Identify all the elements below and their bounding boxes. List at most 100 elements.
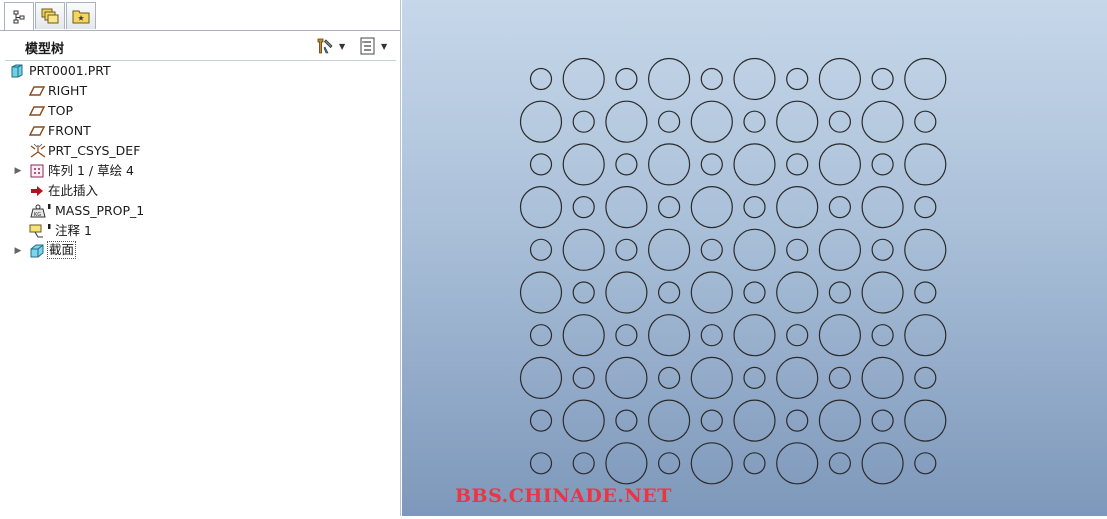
hole-circle[interactable] — [658, 452, 681, 475]
hole-circle[interactable] — [529, 238, 553, 261]
hole-circle[interactable] — [818, 314, 861, 357]
hole-circle[interactable] — [519, 271, 563, 314]
hole-circle[interactable] — [562, 314, 605, 357]
hole-circle[interactable] — [690, 100, 733, 143]
hole-circle[interactable] — [818, 228, 861, 271]
hole-circle[interactable] — [529, 452, 553, 475]
hole-circle[interactable] — [519, 186, 563, 229]
hole-circle[interactable] — [733, 57, 776, 101]
hole-circle[interactable] — [776, 100, 819, 143]
hole-circle[interactable] — [786, 238, 809, 261]
hole-circle[interactable] — [519, 100, 563, 143]
hole-circle[interactable] — [648, 314, 691, 357]
hole-circle[interactable] — [658, 110, 681, 133]
expand-arrow-icon[interactable]: ▶ — [13, 241, 23, 261]
hole-circle[interactable] — [743, 196, 766, 219]
hole-circle[interactable] — [914, 110, 937, 133]
tree-item-right[interactable]: RIGHT — [5, 81, 396, 101]
hole-circle[interactable] — [861, 186, 904, 229]
hole-circle[interactable] — [786, 153, 809, 176]
hole-circle[interactable] — [690, 442, 733, 485]
hole-circle[interactable] — [828, 366, 851, 389]
hole-circle[interactable] — [648, 143, 691, 186]
hole-circle[interactable] — [871, 238, 894, 261]
hole-circle[interactable] — [648, 57, 691, 101]
hole-circle[interactable] — [562, 399, 605, 442]
hole-circle[interactable] — [743, 110, 766, 133]
hole-circle[interactable] — [658, 366, 681, 389]
hole-circle[interactable] — [529, 67, 553, 91]
hole-circle[interactable] — [786, 324, 809, 347]
graphics-window[interactable] — [402, 0, 1107, 516]
hole-circle[interactable] — [861, 271, 904, 314]
layers-tab[interactable] — [35, 2, 65, 29]
favorites-tab[interactable] — [66, 2, 96, 29]
hole-circle[interactable] — [615, 238, 638, 261]
hole-circle[interactable] — [818, 57, 861, 101]
hole-circle[interactable] — [914, 281, 937, 304]
hole-circle[interactable] — [904, 399, 947, 442]
hole-circle[interactable] — [786, 67, 809, 91]
hole-circle[interactable] — [615, 153, 638, 176]
hole-circle[interactable] — [871, 409, 894, 432]
hole-circle[interactable] — [828, 281, 851, 304]
hole-circle[interactable] — [828, 110, 851, 133]
hole-circle[interactable] — [786, 409, 809, 432]
hole-circle[interactable] — [658, 281, 681, 304]
hole-circle[interactable] — [776, 356, 819, 399]
hole-circle[interactable] — [733, 399, 776, 442]
hole-circle[interactable] — [529, 409, 553, 432]
hole-circle[interactable] — [700, 238, 723, 261]
hole-circle[interactable] — [904, 314, 947, 357]
tree-settings-button[interactable]: ▼ — [315, 36, 351, 56]
hole-circle[interactable] — [605, 442, 648, 485]
hole-circle[interactable] — [904, 228, 947, 271]
hole-circle[interactable] — [700, 153, 723, 176]
hole-circle[interactable] — [818, 399, 861, 442]
hole-circle[interactable] — [615, 67, 638, 91]
hole-circle[interactable] — [733, 228, 776, 271]
hole-circle[interactable] — [776, 271, 819, 314]
tree-item-section[interactable]: ▶ 截面 — [5, 241, 396, 261]
hole-circle[interactable] — [776, 442, 819, 485]
hole-circle[interactable] — [605, 100, 648, 143]
hole-circle[interactable] — [914, 452, 937, 475]
hole-circle[interactable] — [529, 324, 553, 347]
hole-circle[interactable] — [914, 366, 937, 389]
hole-circle[interactable] — [700, 67, 723, 91]
hole-circle[interactable] — [700, 324, 723, 347]
hole-circle[interactable] — [562, 228, 605, 271]
tree-item-top[interactable]: TOP — [5, 101, 396, 121]
hole-circle[interactable] — [572, 452, 595, 475]
expand-arrow-icon[interactable]: ▶ — [13, 161, 23, 181]
hole-circle[interactable] — [861, 442, 904, 485]
hole-circle[interactable] — [572, 110, 595, 133]
hole-circle[interactable] — [828, 196, 851, 219]
hole-circle[interactable] — [871, 153, 894, 176]
tree-show-button[interactable]: ▼ — [359, 36, 395, 56]
hole-circle[interactable] — [648, 228, 691, 271]
tree-item-pattern[interactable]: ▶ 阵列 1 / 草绘 4 — [5, 161, 396, 181]
model-tree-tab[interactable] — [4, 2, 34, 31]
hole-circle[interactable] — [743, 452, 766, 475]
tree-item-insert-here[interactable]: 在此插入 — [5, 181, 396, 201]
hole-circle[interactable] — [562, 143, 605, 186]
hole-circle[interactable] — [529, 153, 553, 176]
tree-item-front[interactable]: FRONT — [5, 121, 396, 141]
hole-circle[interactable] — [658, 196, 681, 219]
hole-circle[interactable] — [572, 281, 595, 304]
hole-circle[interactable] — [690, 356, 733, 399]
hole-circle[interactable] — [818, 143, 861, 186]
hole-circle[interactable] — [861, 356, 904, 399]
hole-circle[interactable] — [690, 186, 733, 229]
hole-circle[interactable] — [700, 409, 723, 432]
hole-circle[interactable] — [615, 409, 638, 432]
hole-circle[interactable] — [743, 366, 766, 389]
hole-circle[interactable] — [871, 67, 894, 91]
hole-circle[interactable] — [828, 452, 851, 475]
tree-item-csys[interactable]: PRT_CSYS_DEF — [5, 141, 396, 161]
hole-circle[interactable] — [605, 356, 648, 399]
settings-dropdown-caret-icon[interactable]: ▼ — [339, 42, 345, 51]
tree-item-part[interactable]: PRT0001.PRT — [5, 61, 396, 81]
hole-circle[interactable] — [743, 281, 766, 304]
